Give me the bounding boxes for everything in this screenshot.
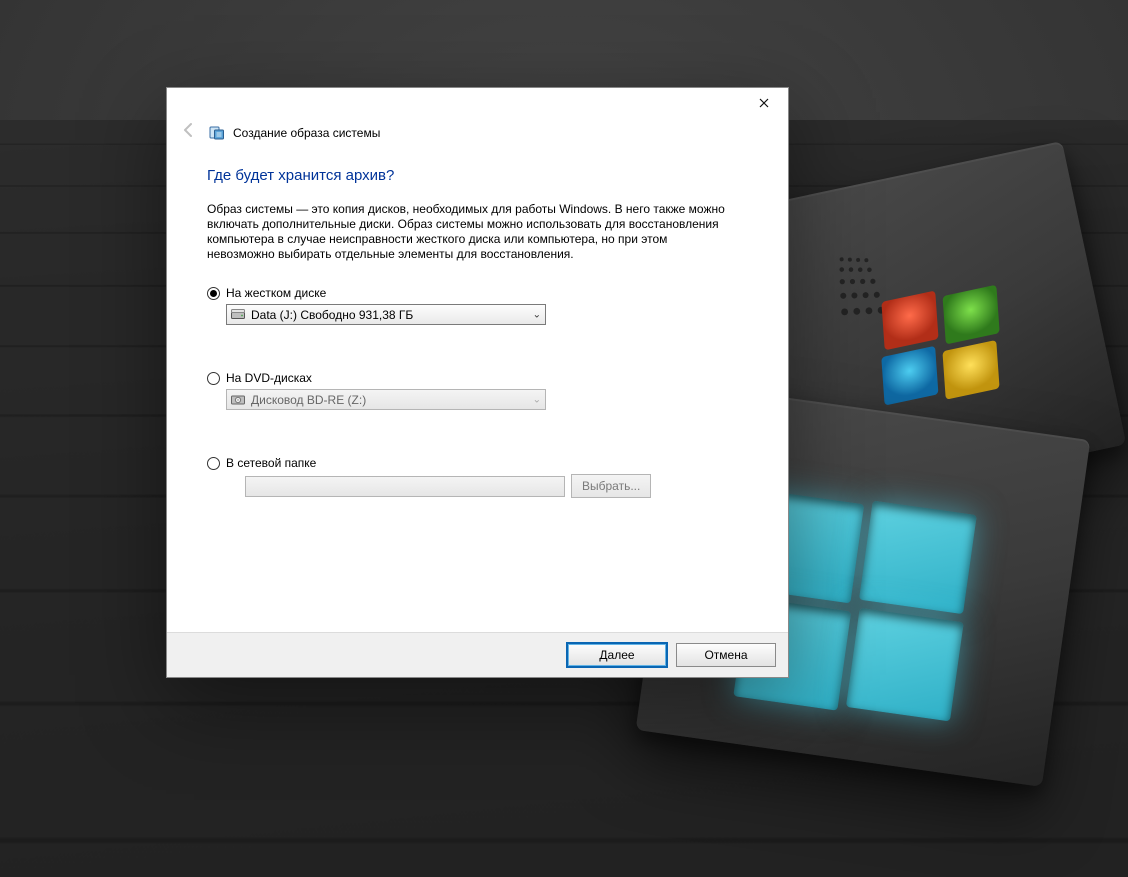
radio-button-icon: [207, 372, 220, 385]
radio-network-label: В сетевой папке: [226, 456, 316, 470]
close-button[interactable]: [744, 90, 784, 116]
hard-disk-select[interactable]: Data (J:) Свободно 931,38 ГБ ⌄: [226, 304, 546, 325]
hard-disk-select-value: Data (J:) Свободно 931,38 ГБ: [251, 308, 413, 322]
titlebar: [167, 88, 788, 118]
dvd-drive-select-value: Дисковод BD-RE (Z:): [251, 393, 366, 407]
chevron-down-icon: ⌄: [533, 394, 541, 405]
radio-network[interactable]: В сетевой папке: [207, 456, 748, 470]
chevron-down-icon: ⌄: [533, 309, 541, 320]
system-image-icon: [209, 125, 225, 141]
browse-button-label: Выбрать...: [582, 479, 640, 493]
radio-dvd[interactable]: На DVD-дисках: [207, 371, 748, 385]
wizard-headline: Где будет хранится архив?: [207, 167, 748, 184]
optical-drive-icon: [231, 394, 245, 406]
network-path-input[interactable]: [245, 476, 565, 497]
next-button-label: Далее: [599, 648, 634, 662]
dvd-drive-select[interactable]: Дисковод BD-RE (Z:) ⌄: [226, 389, 546, 410]
option-network: В сетевой папке Выбрать...: [207, 456, 748, 498]
browse-button[interactable]: Выбрать...: [571, 474, 651, 498]
wizard-header: Создание образа системы: [167, 118, 788, 149]
back-button[interactable]: [177, 122, 201, 143]
hard-drive-icon: [231, 309, 245, 321]
radio-button-icon: [207, 457, 220, 470]
cancel-button[interactable]: Отмена: [676, 643, 776, 667]
radio-dvd-label: На DVD-дисках: [226, 371, 312, 385]
wizard-description: Образ системы — это копия дисков, необхо…: [207, 202, 732, 262]
close-icon: [759, 98, 769, 108]
arrow-left-icon: [181, 122, 197, 138]
radio-hard-disk-label: На жестком диске: [226, 286, 326, 300]
option-dvd: На DVD-дисках Дисковод BD-RE (Z:) ⌄: [207, 371, 748, 410]
next-button[interactable]: Далее: [566, 642, 668, 668]
wizard-content: Где будет хранится архив? Образ системы …: [167, 149, 788, 632]
radio-hard-disk[interactable]: На жестком диске: [207, 286, 748, 300]
wizard-footer: Далее Отмена: [167, 632, 788, 677]
cancel-button-label: Отмена: [704, 648, 747, 662]
system-image-wizard-dialog: Создание образа системы Где будет хранит…: [166, 87, 789, 678]
wizard-title: Создание образа системы: [233, 126, 380, 140]
radio-button-icon: [207, 287, 220, 300]
option-hard-disk: На жестком диске Data (J:) Свободно 931,…: [207, 286, 748, 325]
